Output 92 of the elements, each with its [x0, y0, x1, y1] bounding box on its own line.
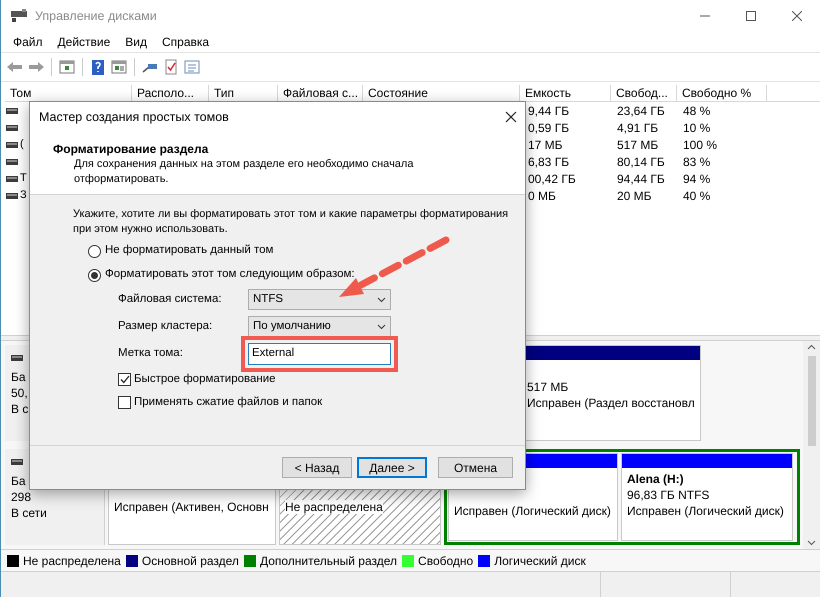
maximize-icon[interactable] — [746, 11, 756, 21]
menu-item[interactable]: Вид — [125, 33, 147, 51]
checkbox[interactable] — [118, 373, 131, 386]
table-cell-text: Т — [20, 171, 27, 186]
legend-label: Не распределена — [23, 552, 121, 570]
drive-icon — [11, 355, 23, 361]
table-cell: 40 % — [683, 188, 710, 202]
field-label: Файловая система: — [118, 292, 223, 307]
scrollbar-thumb[interactable] — [808, 356, 816, 446]
dialog-description: Для сохранения данных на этом разделе его необходимо сначала отформатировать. — [74, 157, 414, 187]
disk-label-text: 50, — [11, 385, 29, 401]
partition-status: Исправен (Раздел восстановл — [527, 396, 695, 410]
disk-label-text: В с — [11, 401, 30, 417]
table-cell: 517 МБ — [617, 138, 658, 152]
app-icon — [11, 9, 27, 23]
window-title: Управление дисками — [35, 8, 157, 25]
table-cell: 10 % — [683, 120, 710, 134]
field-label: Метка тома: — [118, 346, 184, 361]
partition-size: 517 МБ — [527, 380, 568, 394]
drive-icon — [6, 192, 18, 198]
drive-icon — [6, 176, 18, 182]
back-arrow-icon[interactable] — [6, 59, 24, 75]
legend-label: Основной раздел — [142, 552, 239, 570]
table-cell: 23,64 ГБ — [617, 104, 665, 118]
partition-block[interactable]: Alena (H:) 96,83 ГБ NTFS Исправен (Логический диск) — [621, 453, 793, 541]
partition-status: Исправен (Логический диск) — [454, 504, 611, 518]
disk-label-text: Ба — [11, 369, 27, 385]
column-header[interactable]: Свободно % — [677, 85, 767, 102]
menu-item[interactable]: Действие — [58, 33, 110, 51]
dialog-heading: Форматирование раздела — [53, 141, 210, 157]
disk-label-text: В сети — [11, 505, 48, 521]
radio-label: Форматировать этот том следующим образом: — [105, 267, 355, 282]
drive-icon — [6, 108, 18, 114]
table-cell: 17 МБ — [528, 138, 563, 152]
wizard-button[interactable]: Отмена — [438, 457, 513, 478]
wizard-button[interactable]: Далее > — [357, 457, 427, 478]
checkbox-label: Применять сжатие файлов и папок — [134, 394, 322, 410]
table-cell-text: ( — [20, 137, 24, 152]
checkbox[interactable] — [118, 396, 131, 409]
partition-status: Исправен (Активен, Основн — [114, 500, 269, 514]
column-header[interactable]: Свобод... — [611, 85, 677, 102]
close-icon[interactable] — [792, 11, 802, 21]
table-cell: 94,44 ГБ — [617, 172, 665, 186]
menu-item[interactable]: Справка — [162, 33, 210, 51]
drive-icon — [6, 158, 18, 164]
table-cell: 80,14 ГБ — [617, 154, 665, 168]
field-label: Размер кластера: — [118, 318, 214, 334]
table-cell: 83 % — [683, 154, 710, 168]
partition-status: Исправен (Логический диск) — [627, 504, 784, 518]
legend-label: Свободно — [418, 552, 474, 570]
label-input-field[interactable]: External — [248, 342, 391, 364]
instruction-text: Укажите, хотите ли вы форматировать этот том и какие параметры форматирования при этом нужно использовать. — [73, 207, 510, 237]
chevron-down-icon — [377, 296, 386, 302]
partition-status: Не распределена — [285, 500, 383, 514]
drive-icon — [6, 142, 18, 148]
checkbox-label: Быстрое форматирование — [134, 372, 276, 387]
forward-arrow-icon[interactable] — [27, 59, 45, 75]
disk-label-text: 298 — [11, 489, 32, 505]
radio-button[interactable] — [88, 268, 101, 282]
chevron-down-icon — [377, 324, 386, 330]
table-cell: 6,83 ГБ — [528, 154, 570, 168]
menu-item[interactable]: Файл — [13, 33, 43, 51]
legend-label: Дополнительный раздел — [260, 552, 398, 570]
wizard-button[interactable]: < Назад — [282, 457, 352, 478]
table-cell: 0,59 ГБ — [528, 120, 570, 134]
panel-icon[interactable] — [58, 59, 76, 75]
list-icon[interactable] — [183, 59, 201, 75]
dropdown-field[interactable]: NTFS — [248, 289, 391, 310]
drive-icon — [6, 124, 18, 130]
scroll-down-icon[interactable] — [807, 540, 816, 546]
table-cell: 48 % — [683, 104, 710, 118]
partition-title: Alena (H:) — [627, 472, 684, 486]
drive-icon — [11, 459, 23, 465]
dialog-title: Мастер создания простых томов — [39, 108, 229, 126]
legend-label: Логический диск — [494, 552, 586, 570]
panel-icon[interactable] — [110, 59, 128, 75]
radio-button[interactable] — [88, 244, 101, 258]
table-cell: 94 % — [683, 172, 710, 186]
table-cell: 4,91 ГБ — [617, 120, 658, 134]
table-cell-text: З — [20, 188, 27, 204]
help-icon[interactable] — [89, 59, 107, 75]
scroll-up-icon[interactable] — [807, 344, 816, 350]
table-cell: 0 МБ — [528, 188, 556, 202]
table-cell: 100 % — [683, 138, 718, 152]
close-icon[interactable] — [505, 111, 517, 123]
disk-label-text: Ба — [11, 473, 27, 489]
partition-size: 96,83 ГБ NTFS — [627, 488, 710, 502]
table-cell: 00,42 ГБ — [528, 172, 576, 186]
table-cell: 9,44 ГБ — [528, 104, 570, 118]
radio-label: Не форматировать данный том — [105, 243, 274, 258]
dropdown-field[interactable]: По умолчанию — [248, 316, 391, 337]
table-cell: 20 МБ — [617, 188, 652, 202]
